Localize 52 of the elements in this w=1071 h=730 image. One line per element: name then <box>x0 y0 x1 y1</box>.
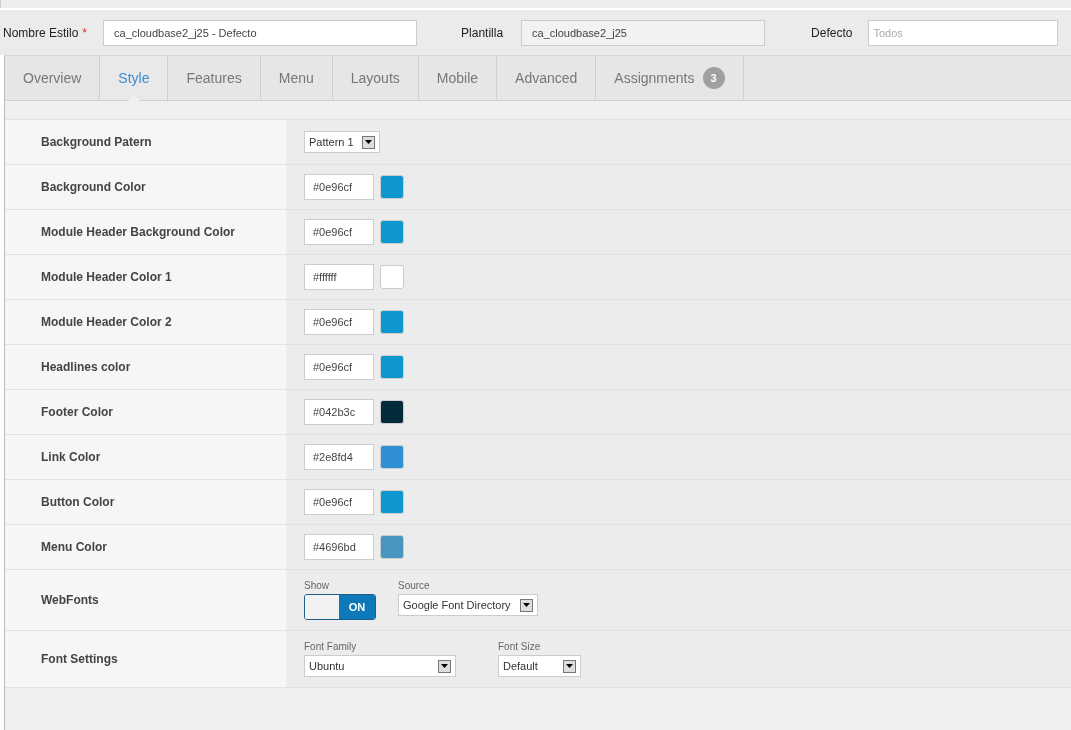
setting-label: Button Color <box>41 495 115 509</box>
dropdown[interactable]: Default <box>498 655 581 677</box>
color-hex-field[interactable]: #2e8fd4 <box>304 444 374 470</box>
color-swatch[interactable] <box>380 175 404 199</box>
color-swatch[interactable] <box>380 490 404 514</box>
count-badge: 3 <box>702 67 725 89</box>
color-hex-field[interactable]: #042b3c <box>304 399 374 425</box>
tab[interactable]: Assignments 3 <box>596 56 744 100</box>
setting-label: Menu Color <box>41 540 107 554</box>
setting-label: Headlines color <box>41 360 131 374</box>
field-label: Nombre Estilo <box>3 25 79 40</box>
color-swatch[interactable] <box>380 220 404 244</box>
setting-label: Footer Color <box>41 405 113 419</box>
field-label: Plantilla <box>461 25 504 40</box>
setting-label: Module Header Color 2 <box>41 315 172 329</box>
field-label: Show <box>304 580 330 591</box>
setting-label: Module Header Color 1 <box>41 270 172 284</box>
color-hex-field[interactable]: #ffffff <box>304 264 374 290</box>
tab[interactable]: Features <box>168 56 261 100</box>
tab[interactable]: Advanced <box>497 56 597 100</box>
color-hex-field[interactable]: #0e96cf <box>304 489 374 515</box>
tab[interactable]: Layouts <box>332 56 419 100</box>
field-label: Font Family <box>304 641 358 652</box>
tab[interactable]: Mobile <box>418 56 498 100</box>
field-label: Source <box>398 580 431 591</box>
color-hex-field[interactable]: #0e96cf <box>304 354 374 380</box>
color-swatch[interactable] <box>380 445 404 469</box>
color-swatch[interactable] <box>380 265 404 289</box>
setting-label: Link Color <box>41 450 101 464</box>
color-hex-field[interactable]: #4696bd <box>304 534 374 560</box>
color-swatch[interactable] <box>380 310 404 334</box>
color-swatch[interactable] <box>380 535 404 559</box>
dropdown[interactable]: Ubuntu <box>304 655 456 677</box>
setting-label: Background Color <box>41 180 146 194</box>
color-swatch[interactable] <box>380 400 404 424</box>
color-hex-field[interactable]: #0e96cf <box>304 309 374 335</box>
required-mark: * <box>82 25 88 40</box>
template-field[interactable]: ca_cloudbase2_j25 <box>521 19 766 46</box>
field-label: Font Size <box>498 641 542 652</box>
setting-label: Font Settings <box>41 652 118 666</box>
style-name-field[interactable]: ca_cloudbase2_j25 - Defecto <box>103 19 418 46</box>
setting-label: Module Header Background Color <box>41 225 236 239</box>
setting-label: Background Patern <box>41 135 152 149</box>
color-hex-field[interactable]: #0e96cf <box>304 174 374 200</box>
color-swatch[interactable] <box>380 355 404 379</box>
toggle-switch[interactable]: ON <box>304 594 376 620</box>
field-label: Defecto <box>811 25 853 40</box>
color-hex-field[interactable]: #0e96cf <box>304 219 374 245</box>
dropdown[interactable]: Pattern 1 <box>304 131 380 153</box>
dropdown[interactable]: Google Font Directory <box>398 594 538 616</box>
tab[interactable]: Menu <box>260 56 333 100</box>
setting-label: WebFonts <box>41 593 99 607</box>
